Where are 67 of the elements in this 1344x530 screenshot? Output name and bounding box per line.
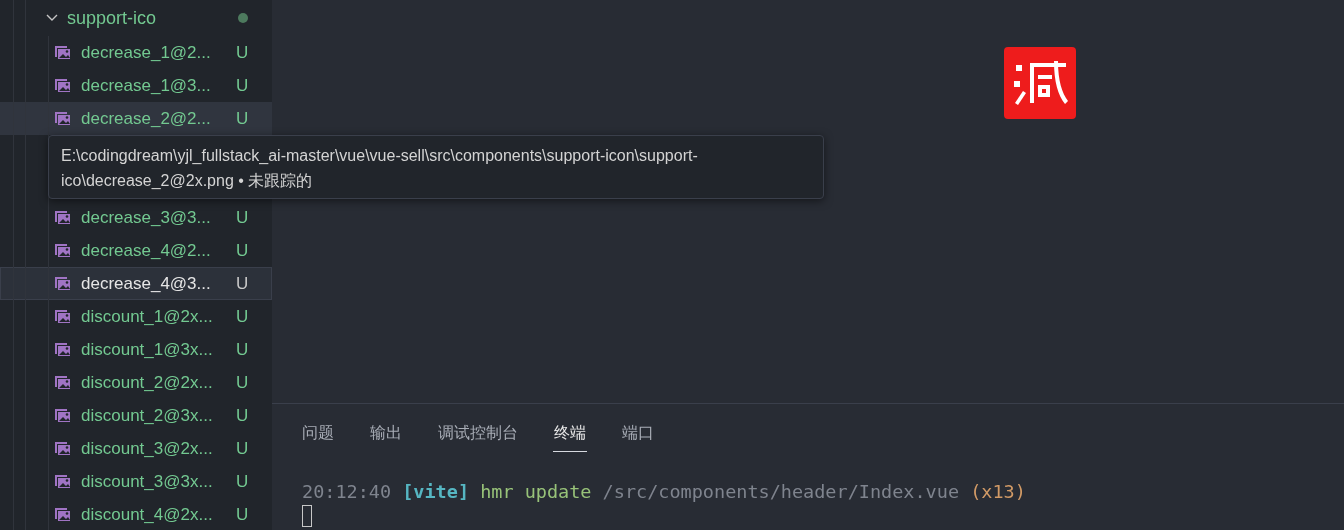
file-item[interactable]: discount_3@2x... U (0, 432, 272, 465)
image-file-icon (54, 111, 71, 126)
terminal-text: 20:12:40 (302, 480, 392, 504)
file-item[interactable]: discount_2@2x... U (0, 366, 272, 399)
panel-tab[interactable]: 输出 (369, 420, 403, 452)
image-file-icon (54, 408, 71, 423)
file-item[interactable]: discount_2@3x... U (0, 399, 272, 432)
file-name: decrease_1@2... (81, 42, 212, 63)
file-name: discount_1@2x... (81, 306, 214, 327)
image-file-icon (54, 210, 71, 225)
terminal-text: (x13) (970, 480, 1026, 504)
image-file-icon (54, 375, 71, 390)
git-status: U (236, 240, 248, 261)
file-item[interactable]: decrease_1@2... U (0, 36, 272, 69)
image-file-icon (54, 441, 71, 456)
folder-item[interactable]: support-ico (0, 0, 272, 36)
terminal-text: hmr update (480, 480, 592, 504)
file-item[interactable]: decrease_1@3... U (0, 69, 272, 102)
panel-tab[interactable]: 终端 (553, 420, 587, 452)
git-status: U (236, 438, 248, 459)
image-file-icon (54, 243, 71, 258)
file-item[interactable]: discount_3@3x... U (0, 465, 272, 498)
terminal-text: [vite] (402, 480, 470, 504)
image-file-icon (54, 474, 71, 489)
file-name: discount_2@3x... (81, 405, 214, 426)
image-file-icon (54, 276, 71, 291)
git-status: U (236, 75, 248, 96)
folder-name: support-ico (67, 7, 158, 29)
panel-tab[interactable]: 问题 (301, 420, 335, 452)
git-status: U (236, 42, 248, 63)
panel-tab[interactable]: 调试控制台 (437, 420, 519, 452)
git-status: U (236, 108, 248, 129)
git-status: U (236, 273, 248, 294)
file-name: decrease_2@2... (81, 108, 212, 129)
git-status: U (236, 372, 248, 393)
file-name: discount_3@2x... (81, 438, 214, 459)
file-item[interactable]: discount_1@2x... U (0, 300, 272, 333)
file-name: decrease_4@3... (81, 273, 212, 294)
path-tooltip: E:\codingdream\yjl_fullstack_ai-master\vue\vue-sell\src\components\support-icon\support- ico\decrease_2@2x.png • 未跟踪的 (48, 135, 824, 199)
image-file-icon (54, 45, 71, 60)
image-file-icon (54, 78, 71, 93)
file-name: decrease_3@3... (81, 207, 212, 228)
git-status: U (236, 504, 248, 525)
file-item[interactable]: decrease_4@2... U (0, 234, 272, 267)
file-item[interactable]: decrease_2@2... U (0, 102, 272, 135)
terminal-text: /src/components/header/Index.vue (602, 480, 960, 504)
git-status: U (236, 471, 248, 492)
image-file-icon (54, 309, 71, 324)
status-dot (238, 13, 248, 23)
file-name: discount_3@3x... (81, 471, 214, 492)
image-file-icon (54, 342, 71, 357)
file-item[interactable]: decrease_3@3... U (0, 201, 272, 234)
file-item[interactable]: discount_1@3x... U (0, 333, 272, 366)
panel-tab[interactable]: 端口 (621, 420, 655, 452)
image-file-icon (54, 507, 71, 522)
git-status: U (236, 306, 248, 327)
file-item[interactable]: discount_4@2x... U (0, 498, 272, 530)
file-name: decrease_1@3... (81, 75, 212, 96)
file-name: discount_1@3x... (81, 339, 214, 360)
file-name: discount_4@2x... (81, 504, 214, 525)
file-item[interactable]: decrease_4@3... U (0, 267, 272, 300)
file-name: decrease_4@2... (81, 240, 212, 261)
file-name: discount_2@2x... (81, 372, 214, 393)
git-status: U (236, 405, 248, 426)
git-status: U (236, 207, 248, 228)
terminal-cursor (302, 505, 312, 527)
git-status: U (236, 339, 248, 360)
